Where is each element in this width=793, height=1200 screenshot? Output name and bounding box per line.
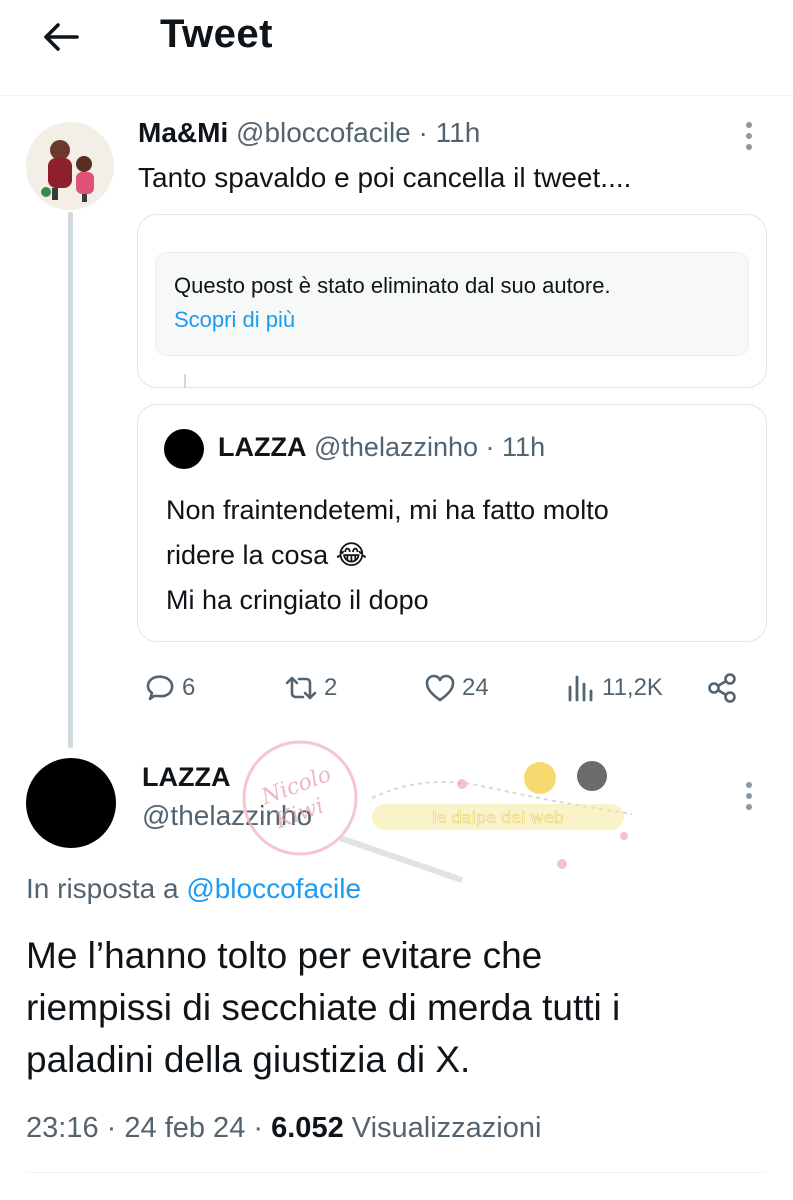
back-arrow-icon xyxy=(44,23,79,51)
author-name[interactable]: Ma&Mi xyxy=(138,117,228,148)
views-button[interactable]: 11,2K xyxy=(566,670,663,706)
more-options-button[interactable] xyxy=(736,778,762,814)
like-count: 24 xyxy=(462,674,489,701)
views-label[interactable]: Visualizzazioni xyxy=(352,1112,542,1144)
text-line: ridere la cosa 😂 xyxy=(166,540,368,570)
separator-dot: · xyxy=(106,1112,117,1144)
author-name[interactable]: LAZZA xyxy=(142,762,230,793)
svg-text:le dalpe del web: le dalpe del web xyxy=(432,808,563,827)
separator-dot: · xyxy=(418,117,428,148)
tweet-timestamp-meta: 23:16 · 24 feb 24 · 6.052 Visualizzazion… xyxy=(26,1112,541,1145)
deleted-notice-text: Questo post è stato eliminato dal suo au… xyxy=(174,273,611,298)
text-line: paladini della giustizia di X. xyxy=(26,1039,471,1080)
quote-connector-line xyxy=(184,374,186,388)
more-options-button[interactable] xyxy=(736,118,762,154)
avatar[interactable] xyxy=(164,429,204,469)
avatar[interactable] xyxy=(26,122,114,210)
reply-prefix: In risposta a xyxy=(26,873,179,904)
reply-button[interactable]: 6 xyxy=(144,670,195,706)
like-button[interactable]: 24 xyxy=(424,670,489,706)
reply-count: 6 xyxy=(182,674,196,701)
text-line: Non fraintendetemi, mi ha fatto molto xyxy=(166,495,609,525)
text-line: Mi ha cringiato il dopo xyxy=(166,585,429,615)
page-title: Tweet xyxy=(160,12,273,56)
text-line: Me l’hanno tolto per evitare che xyxy=(26,935,543,976)
more-vertical-icon xyxy=(746,122,752,150)
tweet-text: Tanto spavaldo e poi cancella il tweet..… xyxy=(138,162,632,193)
separator-dot: · xyxy=(253,1112,264,1144)
retweet-button[interactable]: 2 xyxy=(284,670,337,706)
avatar[interactable] xyxy=(26,758,116,848)
tweet-header: Ma&Mi @bloccofacile · 11h xyxy=(138,117,480,149)
more-vertical-icon xyxy=(746,782,752,810)
like-icon xyxy=(425,674,455,702)
text-line: riempissi di secchiate di merda tutti i xyxy=(26,987,621,1028)
tweet-time[interactable]: 23:16 xyxy=(26,1112,99,1144)
tweet-time: 11h xyxy=(502,432,546,462)
quoted-tweet-text: Non fraintendetemi, mi ha fatto molto ri… xyxy=(166,488,756,623)
tweet-date[interactable]: 24 feb 24 xyxy=(124,1112,245,1144)
divider xyxy=(26,1172,766,1173)
avatar-illustration xyxy=(26,122,114,210)
reply-mention-link[interactable]: @bloccofacile xyxy=(186,873,361,904)
back-button[interactable] xyxy=(38,14,84,60)
author-handle[interactable]: @bloccofacile xyxy=(236,117,411,148)
reply-context: In risposta a @bloccofacile xyxy=(26,873,361,905)
top-bar: Tweet xyxy=(0,0,793,96)
reply-icon xyxy=(146,675,174,701)
author-name: LAZZA xyxy=(218,432,307,462)
learn-more-link[interactable]: Scopri di più xyxy=(174,307,730,333)
share-icon xyxy=(708,673,736,703)
author-handle[interactable]: @thelazzinho xyxy=(142,800,312,832)
retweet-icon xyxy=(285,676,317,700)
quoted-tweet-header: LAZZA @thelazzinho · 11h xyxy=(218,432,545,463)
deleted-post-notice: Questo post è stato eliminato dal suo au… xyxy=(155,252,749,356)
views-total: 6.052 xyxy=(271,1112,344,1144)
views-icon xyxy=(568,675,593,702)
thread-connector-line xyxy=(68,212,73,748)
views-count: 11,2K xyxy=(602,674,663,701)
author-handle: @thelazzinho xyxy=(314,432,479,462)
retweet-count: 2 xyxy=(324,674,338,701)
tweet-time[interactable]: 11h xyxy=(436,117,481,148)
share-button[interactable] xyxy=(706,670,738,706)
separator-dot: · xyxy=(485,432,495,462)
tweet-text: Me l’hanno tolto per evitare che riempis… xyxy=(26,930,766,1086)
